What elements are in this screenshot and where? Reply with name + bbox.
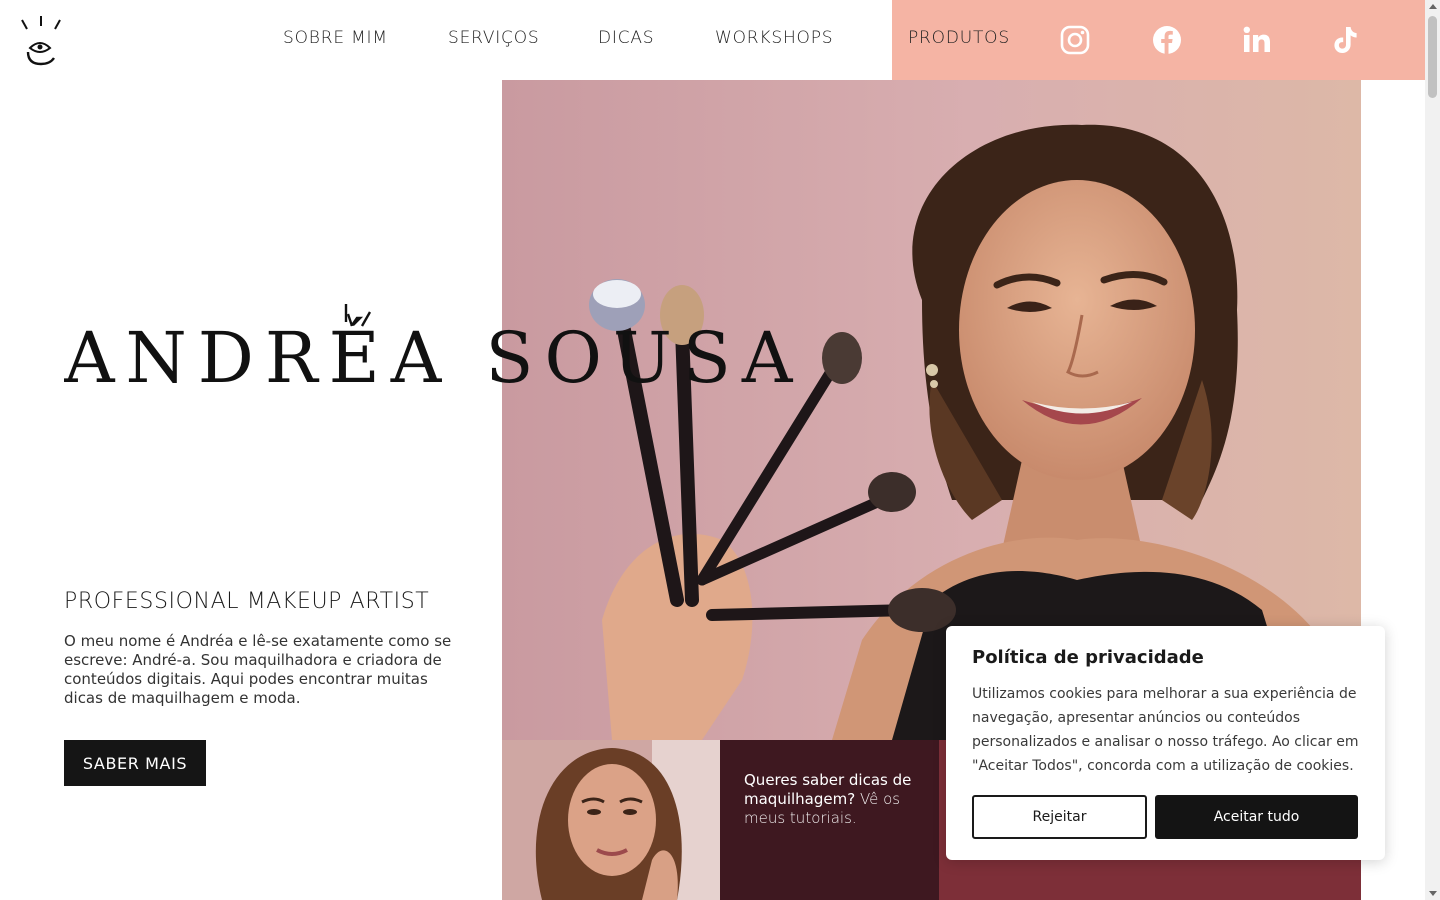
cookie-dialog-title: Política de privacidade	[972, 647, 1204, 668]
tutorials-promo-text[interactable]: Queres saber dicas de maquilhagem? Vê os…	[744, 771, 929, 828]
tutorial-thumbnail-photo[interactable]	[502, 740, 720, 900]
hero-intro-text: O meu nome é Andréa e lê-se exatamente c…	[64, 632, 452, 707]
nav-servicos[interactable]: SERVIÇOS	[448, 28, 540, 48]
linkedin-icon[interactable]	[1241, 24, 1273, 56]
hero-subtitle: PROFESSIONAL MAKEUP ARTIST	[64, 589, 430, 614]
instagram-icon[interactable]	[1059, 24, 1091, 56]
page-scrollbar[interactable]	[1425, 0, 1440, 900]
facebook-icon[interactable]	[1151, 24, 1183, 56]
nav-sobre-mim[interactable]: SOBRE MIM	[283, 28, 388, 48]
reject-cookies-button[interactable]: Rejeitar	[972, 795, 1147, 839]
site-header: SOBRE MIM SERVIÇOS DICAS WORKSHOPS PRODU…	[0, 0, 1425, 80]
nav-dicas[interactable]: DICAS	[598, 28, 654, 48]
site-logo[interactable]	[16, 12, 66, 68]
brand-name-text: ANDRÉA SOUSA	[64, 317, 803, 399]
nav-produtos[interactable]: PRODUTOS	[908, 28, 1010, 48]
nav-workshops[interactable]: WORKSHOPS	[715, 28, 833, 48]
cookie-consent-dialog: Política de privacidade Utilizamos cooki…	[946, 626, 1385, 860]
scrollbar-thumb[interactable]	[1428, 16, 1437, 98]
cookie-dialog-body: Utilizamos cookies para melhorar a sua e…	[972, 686, 1359, 774]
scroll-down-arrow-icon[interactable]	[1429, 891, 1437, 896]
saber-mais-button[interactable]: SABER MAIS	[64, 740, 206, 786]
brand-logotype: ANDRÉA SOUSA	[63, 300, 804, 400]
tiktok-icon[interactable]	[1329, 24, 1361, 56]
accept-all-cookies-button[interactable]: Aceitar tudo	[1155, 795, 1358, 839]
scroll-up-arrow-icon[interactable]	[1429, 4, 1437, 9]
